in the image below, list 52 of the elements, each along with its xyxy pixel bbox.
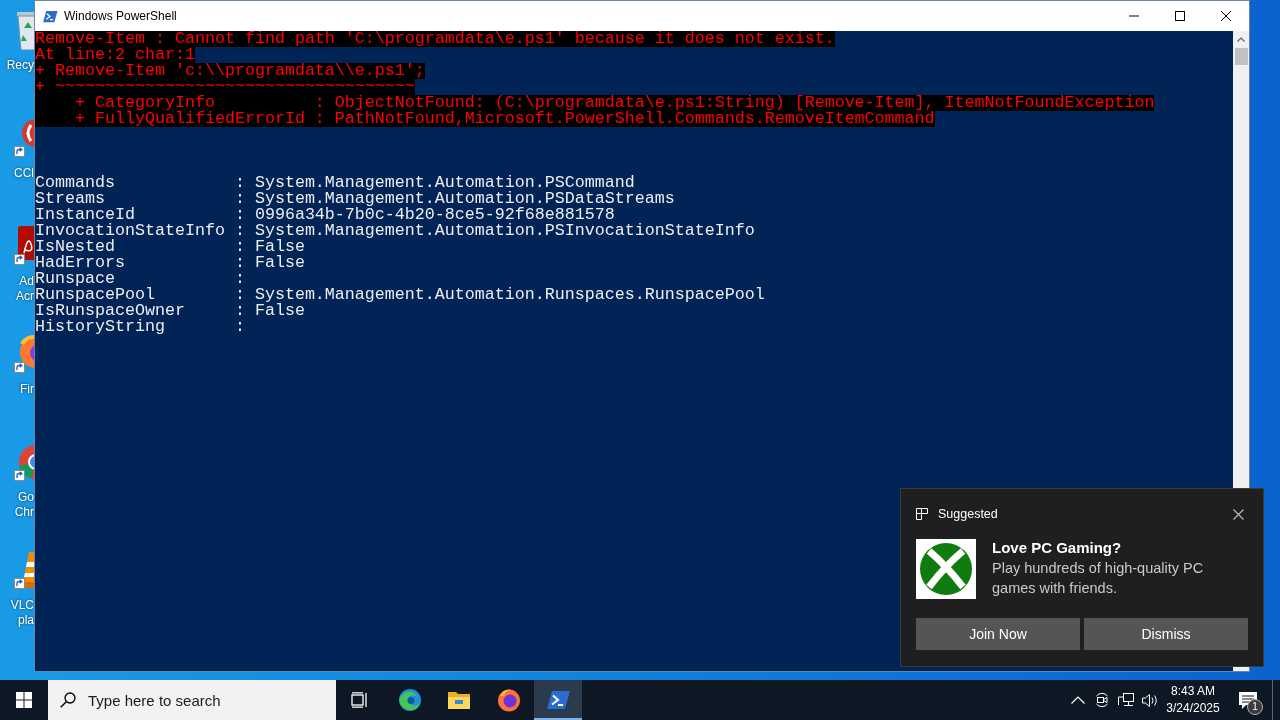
app-logo-icon xyxy=(916,539,976,599)
notification-count-badge: 1 xyxy=(1247,699,1263,715)
output-line: InstanceId : 0996a34b-7b0c-4b20-8ce5-92f68e881578 xyxy=(35,207,615,223)
notification-action-button[interactable]: Join Now xyxy=(916,618,1080,650)
output-line: Runspace : xyxy=(35,271,245,287)
close-icon xyxy=(1221,11,1231,21)
taskbar-app-button[interactable] xyxy=(534,680,582,720)
search-input[interactable]: Type here to search xyxy=(88,689,308,711)
scroll-thumb[interactable] xyxy=(1234,48,1248,65)
recycle-bin-icon[interactable] xyxy=(14,10,34,50)
search-icon xyxy=(60,692,76,708)
desktop-icon-label: Chr xyxy=(14,505,34,520)
terminal-icon xyxy=(42,8,58,24)
terminal-icon xyxy=(546,688,570,712)
desktop-icon-label: Fir xyxy=(20,382,34,397)
desktop-icon-label: Acr xyxy=(16,289,34,304)
volume-icon xyxy=(1142,692,1158,708)
notification-source: Suggested xyxy=(938,507,998,521)
clock-date: 3/24/2025 xyxy=(1166,700,1220,717)
notification-title: Love PC Gaming? xyxy=(992,539,1123,557)
notification-center-button[interactable]: 1 xyxy=(1224,680,1272,720)
window-title: Windows PowerShell xyxy=(64,9,177,23)
tiles-icon xyxy=(916,508,928,520)
fox-browser-icon xyxy=(496,688,521,712)
browser-icon xyxy=(397,688,422,712)
notification-body: Play hundreds of high-quality PC games with friends. xyxy=(992,559,1205,598)
chevron-up-icon xyxy=(1071,696,1085,704)
notification-action-button[interactable]: Dismiss xyxy=(1084,618,1248,650)
desktop-icon-label: Recy xyxy=(6,58,34,73)
close-icon xyxy=(1232,508,1244,520)
output-line: IsNested : False xyxy=(35,239,305,255)
desktop-icon-label: pla xyxy=(18,613,34,628)
clock-time: 8:43 AM xyxy=(1171,683,1215,700)
output-line: RunspacePool : System.Management.Automation.Runspaces.RunspacePool xyxy=(35,287,765,303)
maximize-icon xyxy=(1175,11,1185,21)
camera-icon xyxy=(1094,692,1110,708)
output-line: IsRunspaceOwner : False xyxy=(35,303,305,319)
folder-icon xyxy=(447,690,471,710)
desktop-icon-label: Go xyxy=(18,490,34,505)
task-view-icon xyxy=(351,692,369,708)
desktop-icon-label: Ad xyxy=(19,274,34,289)
search-field[interactable]: Type here to search xyxy=(48,680,336,720)
chevron-up-icon xyxy=(1237,37,1245,42)
network-icon xyxy=(1118,692,1134,708)
output-line: Commands : System.Management.Automation.PSCommand xyxy=(35,175,635,191)
windows-logo-icon xyxy=(16,692,32,708)
desktop-icon-label: CCl xyxy=(14,166,34,181)
output-line: HadErrors : False xyxy=(35,255,305,271)
output-line: HistoryString : xyxy=(35,319,245,335)
output-line: InvocationStateInfo : System.Management.Automation.PSInvocationStateInfo xyxy=(35,223,755,239)
desktop-icon-label: VLC xyxy=(10,598,34,613)
output-line: Streams : System.Management.Automation.PSDataStreams xyxy=(35,191,675,207)
